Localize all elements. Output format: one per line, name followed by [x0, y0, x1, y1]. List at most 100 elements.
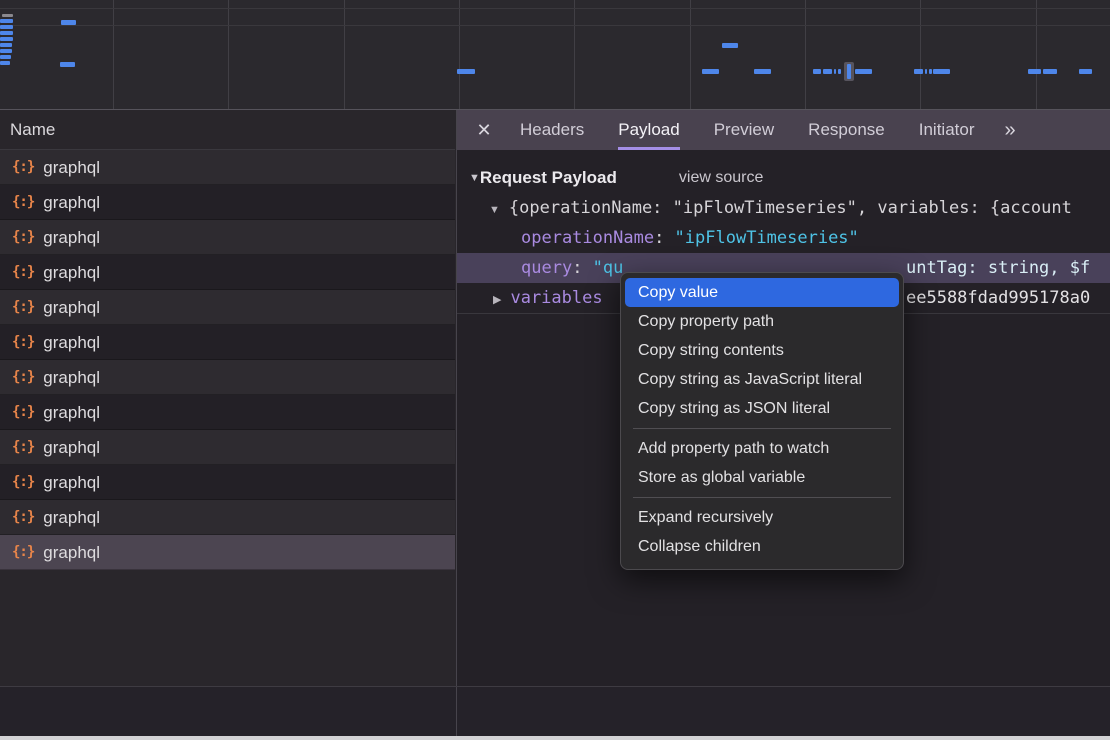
json-braces-icon: {:} [12, 220, 34, 255]
details-tab-bar: ✕ Headers Payload Preview Response Initiator… [457, 110, 1110, 150]
devtools-window: Name {:} graphql {:} graphql {:} graphql {:} gr… [0, 0, 1110, 740]
tab-payload[interactable]: Payload [618, 110, 679, 150]
request-name: graphql [43, 430, 100, 465]
overview-selected-marker-bar [847, 64, 851, 79]
tab-initiator[interactable]: Initiator [919, 110, 975, 150]
object-preview-text: {operationName: "ipFlowTimeseries", vari… [509, 198, 1072, 218]
overview-request-bar [925, 69, 927, 74]
network-request-row[interactable]: {:}graphql [0, 360, 455, 395]
clipped-value-fragment: untTag: string, $f [906, 253, 1090, 283]
overview-request-bar [754, 69, 771, 74]
network-request-row[interactable]: {:}graphql [0, 290, 455, 325]
name-column-label: Name [10, 120, 55, 139]
context-menu-item-expand-recursively[interactable]: Expand recursively [625, 503, 899, 532]
more-tabs-icon[interactable]: » [1004, 110, 1013, 150]
context-menu-item-copy-string-contents[interactable]: Copy string contents [625, 336, 899, 365]
overview-request-bar [61, 20, 76, 25]
request-name: graphql [43, 255, 100, 290]
close-icon[interactable]: ✕ [474, 110, 494, 150]
tab-response[interactable]: Response [808, 110, 885, 150]
overview-request-bar [1079, 69, 1092, 74]
overview-request-bar [823, 69, 832, 74]
property-key: operationName [521, 228, 654, 248]
overview-request-bar [0, 37, 13, 41]
json-braces-icon: {:} [12, 500, 34, 535]
overview-gridline [1036, 0, 1037, 109]
overview-request-bar [929, 69, 932, 74]
network-request-row[interactable]: {:} graphql [0, 395, 455, 430]
property-value: "ipFlowTimeseries" [675, 228, 859, 248]
overview-request-bar [914, 69, 923, 74]
request-name: graphql [43, 395, 100, 430]
overview-request-bar [855, 69, 872, 74]
overview-gridline [113, 0, 114, 109]
overview-request-bar [0, 49, 12, 53]
request-name: graphql [43, 150, 100, 185]
disclosure-triangle-icon[interactable]: ▼ [469, 172, 480, 184]
network-request-row[interactable]: {:} graphql [0, 220, 455, 255]
json-braces-icon: {:} [12, 360, 34, 395]
disclosure-triangle-icon[interactable]: ▼ [489, 204, 500, 216]
request-name: graphql [43, 500, 100, 535]
network-request-list: Name {:} graphql {:} graphql {:} graphql {:} gr… [0, 110, 455, 686]
window-bottom-edge [0, 736, 1110, 740]
view-source-link[interactable]: view source [679, 169, 763, 187]
overview-request-bar [457, 69, 475, 74]
context-menu-item-add-property-path-to-watch[interactable]: Add property path to watch [625, 434, 899, 463]
disclosure-triangle-icon[interactable]: ▶ [493, 294, 501, 306]
key-separator: : [572, 258, 592, 278]
overview-request-bar [60, 62, 75, 67]
overview-request-bar [1028, 69, 1041, 74]
clipped-value-fragment: ee5588fdad995178a0 [906, 283, 1090, 313]
network-request-row[interactable]: {:} graphql [0, 255, 455, 290]
request-name: graphql [43, 290, 100, 325]
context-menu-item-copy-value[interactable]: Copy value [625, 278, 899, 307]
context-menu: Copy valueCopy property pathCopy string … [620, 272, 904, 570]
network-request-row[interactable]: {:}graphql [0, 185, 455, 220]
overview-request-bar [933, 69, 950, 74]
network-request-row[interactable]: {:} graphql [0, 465, 455, 500]
network-request-row[interactable]: {:} graphql [0, 430, 455, 465]
json-braces-icon: {:} [12, 150, 34, 185]
overview-gridline [0, 8, 1110, 9]
context-menu-item-copy-string-as-json-literal[interactable]: Copy string as JSON literal [625, 394, 899, 423]
payload-tree-row[interactable]: ▼ {operationName: "ipFlowTimeseries", var… [457, 193, 1110, 223]
network-request-row[interactable]: {:}graphql [0, 325, 455, 360]
tab-headers[interactable]: Headers [520, 110, 584, 150]
context-menu-item-copy-string-as-javascript-literal[interactable]: Copy string as JavaScript literal [625, 365, 899, 394]
json-braces-icon: {:} [12, 185, 34, 220]
overview-gridline [0, 25, 1110, 26]
context-menu-item-collapse-children[interactable]: Collapse children [625, 532, 899, 561]
overview-gridline [574, 0, 575, 109]
context-menu-item-copy-property-path[interactable]: Copy property path [625, 307, 899, 336]
json-braces-icon: {:} [12, 465, 34, 500]
json-braces-icon: {:} [12, 255, 34, 290]
request-payload-title: Request Payload [480, 168, 617, 188]
overview-request-bar [0, 43, 12, 47]
name-column-header[interactable]: Name [0, 110, 455, 150]
json-braces-icon: {:} [12, 430, 34, 465]
overview-request-bar [0, 25, 13, 29]
tab-preview[interactable]: Preview [714, 110, 774, 150]
context-menu-item-store-as-global-variable[interactable]: Store as global variable [625, 463, 899, 492]
request-name: graphql [43, 465, 100, 500]
key-separator: : [654, 228, 674, 248]
payload-tree-row[interactable]: operationName: "ipFlowTimeseries" [457, 223, 1110, 253]
network-request-row[interactable]: {:} graphql [0, 150, 455, 185]
network-request-row[interactable]: {:} graphql [0, 500, 455, 535]
network-request-row[interactable]: {:}graphql [0, 535, 455, 570]
overview-gridline [805, 0, 806, 109]
overview-gridline [228, 0, 229, 109]
json-braces-icon: {:} [12, 395, 34, 430]
overview-selected-marker [844, 62, 854, 81]
property-key: variables [510, 288, 602, 308]
panel-divider [456, 687, 457, 737]
overview-request-bar [722, 43, 738, 48]
overview-request-bar [0, 61, 10, 65]
request-name: graphql [43, 535, 100, 570]
request-name: graphql [43, 220, 100, 255]
network-overview-strip[interactable] [0, 0, 1110, 110]
context-menu-separator [633, 497, 891, 498]
json-braces-icon: {:} [12, 325, 34, 360]
overview-gridline [459, 0, 460, 109]
